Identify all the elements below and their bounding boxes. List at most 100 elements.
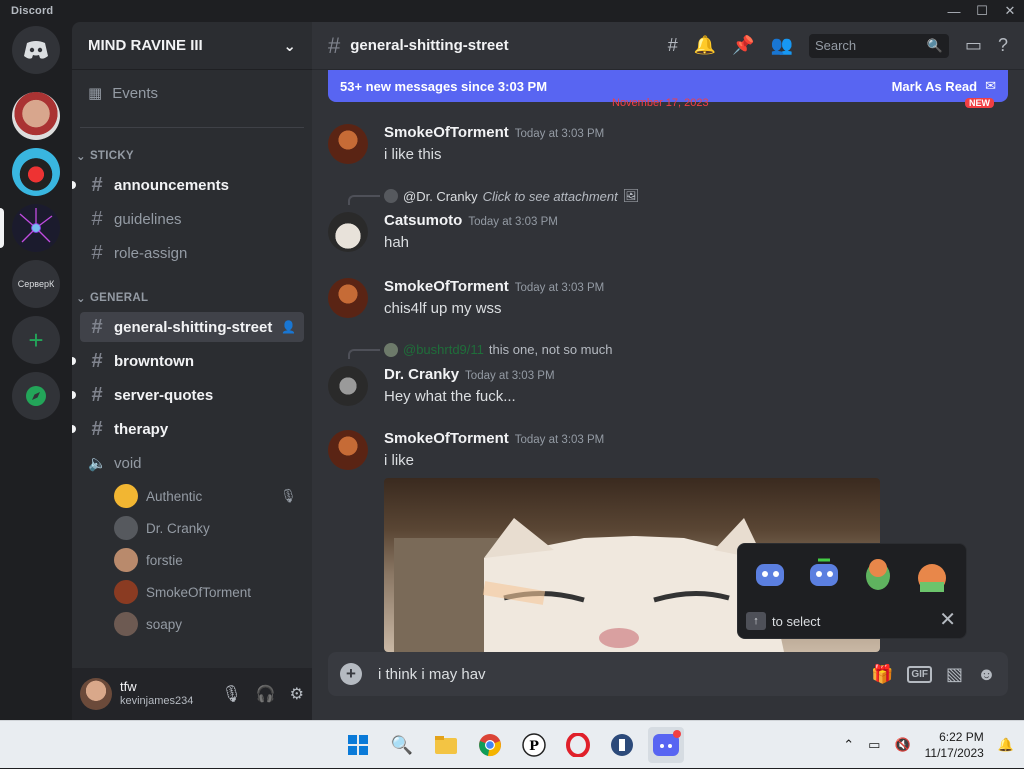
- server-icon-3[interactable]: [12, 148, 60, 196]
- avatar: [114, 548, 138, 572]
- avatar: [114, 580, 138, 604]
- bird-sticker-icon[interactable]: [856, 552, 900, 596]
- channel-browntown[interactable]: # browntown: [72, 346, 304, 376]
- mark-as-read-button[interactable]: Mark As Read ✉: [892, 78, 996, 94]
- close-button[interactable]: ✕: [996, 0, 1024, 22]
- sticker-hint: to select: [772, 613, 821, 629]
- gear-icon[interactable]: ⚙: [290, 684, 304, 704]
- unread-indicator: [72, 357, 76, 365]
- avatar: [384, 342, 398, 357]
- emoji-icon[interactable]: ☻: [977, 664, 996, 685]
- voice-user-name: Dr. Cranky: [146, 520, 210, 536]
- message-author[interactable]: Catsumoto Today at 3:03 PM: [384, 212, 558, 229]
- events-button[interactable]: ▦ Events: [88, 84, 158, 103]
- network-icon[interactable]: ▭: [868, 737, 880, 753]
- opera-button[interactable]: [560, 727, 596, 763]
- message-author[interactable]: Dr. Cranky Today at 3:03 PM: [384, 366, 555, 383]
- clock[interactable]: 6:22 PM 11/17/2023: [925, 729, 984, 761]
- threads-icon[interactable]: #: [668, 35, 678, 56]
- voice-user[interactable]: SmokeOfTorment: [114, 580, 251, 604]
- home-button[interactable]: [12, 26, 60, 74]
- close-icon[interactable]: ✕: [939, 607, 956, 632]
- clock-date: 11/17/2023: [924, 746, 984, 760]
- category-label: GENERAL: [89, 292, 149, 304]
- avatar[interactable]: [328, 212, 368, 252]
- voice-user[interactable]: Authentic: [114, 484, 202, 508]
- channel-therapy[interactable]: # therapy: [72, 414, 304, 444]
- avatar[interactable]: [328, 430, 368, 470]
- gif-button[interactable]: GIF: [907, 665, 933, 683]
- search-icon: 🔍: [390, 734, 414, 755]
- hash-icon: #: [91, 417, 103, 440]
- chrome-button[interactable]: [472, 727, 508, 763]
- gift-icon[interactable]: 🎁: [871, 664, 893, 685]
- robot-sticker-icon[interactable]: [748, 552, 792, 596]
- inbox-icon[interactable]: ▭: [965, 35, 982, 56]
- app-p-button[interactable]: P: [516, 727, 552, 763]
- help-icon[interactable]: ?: [998, 35, 1008, 56]
- channel-general-shitting-street[interactable]: # general-shitting-street 👤: [80, 312, 304, 342]
- message-author[interactable]: SmokeOfTorment Today at 3:03 PM: [384, 430, 604, 447]
- voice-user[interactable]: soapy: [114, 612, 182, 636]
- headphones-icon[interactable]: 🎧: [256, 684, 276, 704]
- channel-announcements[interactable]: # announcements: [72, 170, 304, 200]
- wave-sticker-icon[interactable]: [910, 552, 954, 596]
- voice-user[interactable]: forstie: [114, 548, 183, 572]
- add-server-button[interactable]: +: [12, 316, 60, 364]
- microphone-icon[interactable]: 🎙: [221, 684, 241, 704]
- message-author[interactable]: SmokeOfTorment Today at 3:03 PM: [384, 278, 604, 295]
- avatar[interactable]: [328, 366, 368, 406]
- hash-icon: #: [328, 32, 341, 58]
- bell-icon[interactable]: 🔔: [694, 35, 716, 56]
- voice-channel-void[interactable]: 🔈 void: [80, 448, 304, 478]
- chevron-up-icon[interactable]: ⌃: [843, 737, 854, 753]
- app-button[interactable]: [604, 727, 640, 763]
- search-button[interactable]: 🔍: [384, 727, 420, 763]
- channel-sidebar: MIND RAVINE III ⌄ ▦ Events ⌄ STICKY # anno…: [72, 22, 312, 720]
- message-time: Today at 3:03 PM: [465, 370, 555, 382]
- server-icon-4[interactable]: [12, 204, 60, 252]
- members-icon[interactable]: 👥: [771, 35, 793, 56]
- message-author[interactable]: SmokeOfTorment Today at 3:03 PM: [384, 124, 604, 141]
- channel-server-quotes[interactable]: # server-quotes: [72, 380, 304, 410]
- author-name: Dr. Cranky: [384, 366, 460, 383]
- server-icon-5[interactable]: СерверК: [12, 260, 60, 308]
- robot-sticker-icon[interactable]: [802, 552, 846, 596]
- channel-guidelines[interactable]: # guidelines: [80, 204, 304, 234]
- message-text: i like this: [384, 146, 442, 163]
- window-title: Discord: [11, 5, 54, 17]
- discover-button[interactable]: [12, 372, 60, 420]
- reply-text: Click to see attachment: [482, 188, 618, 204]
- volume-icon[interactable]: 🔇: [894, 737, 910, 753]
- search-input[interactable]: Search 🔍: [808, 33, 949, 58]
- start-button[interactable]: [340, 727, 376, 763]
- guild-header[interactable]: MIND RAVINE III ⌄: [72, 22, 312, 70]
- notification-bell-icon[interactable]: 🔔: [998, 737, 1014, 753]
- user-display-name: tfw: [120, 679, 137, 694]
- avatar[interactable]: [328, 124, 368, 164]
- avatar: [114, 484, 138, 508]
- author-name: SmokeOfTorment: [384, 124, 509, 141]
- channel-role-assign[interactable]: # role-assign: [80, 238, 304, 268]
- add-attachment-button[interactable]: +: [340, 663, 362, 685]
- message-composer[interactable]: + i think i may hav 🎁 GIF ▧ ☻: [328, 652, 1008, 696]
- reply-preview[interactable]: @Dr. Cranky Click to see attachment 🖼: [384, 188, 639, 204]
- category-general[interactable]: ⌄ GENERAL: [76, 291, 148, 305]
- avatar[interactable]: [80, 678, 112, 710]
- sticker-icon[interactable]: ▧: [946, 664, 963, 685]
- maximize-button[interactable]: ☐: [968, 0, 996, 22]
- invite-icon[interactable]: 👤: [281, 320, 296, 334]
- reply-preview[interactable]: @bushrtd9/11 this one, not so much: [384, 342, 612, 357]
- minimize-button[interactable]: —: [940, 0, 968, 22]
- new-badge: NEW: [965, 98, 994, 108]
- voice-user[interactable]: Dr. Cranky: [114, 516, 210, 540]
- arrow-up-key: ↑: [746, 612, 766, 630]
- message-input[interactable]: i think i may hav: [378, 666, 486, 683]
- p-logo-icon: P: [522, 733, 546, 757]
- category-sticky[interactable]: ⌄ STICKY: [76, 149, 134, 163]
- file-explorer-button[interactable]: [428, 727, 464, 763]
- pin-icon[interactable]: 📌: [732, 35, 754, 56]
- server-icon-2[interactable]: [12, 92, 60, 140]
- avatar[interactable]: [328, 278, 368, 318]
- discord-taskbar-button[interactable]: [648, 727, 684, 763]
